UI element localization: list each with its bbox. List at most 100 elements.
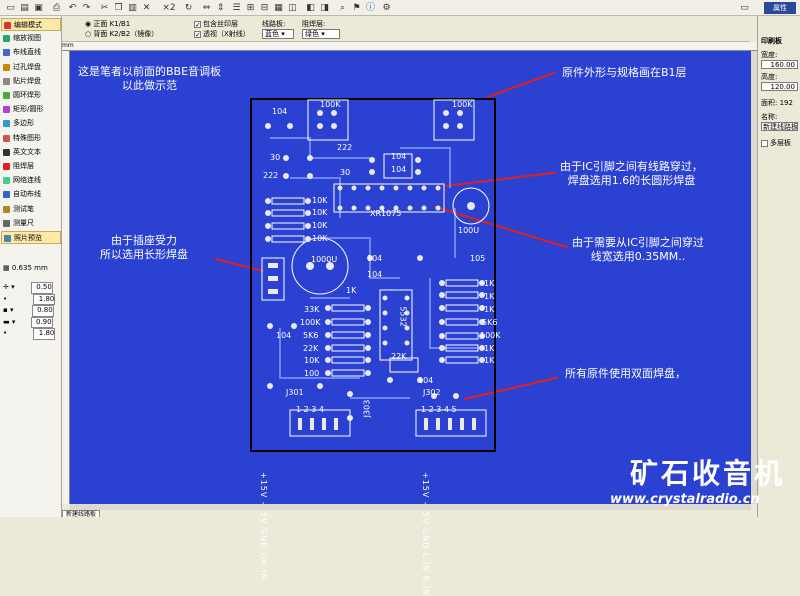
check-icon: ✓ — [194, 20, 201, 29]
width-label: 宽度: — [761, 51, 778, 59]
value-field[interactable]: 0.90 — [30, 316, 53, 328]
ungroup-icon[interactable]: ⊟ — [258, 2, 271, 14]
tool-icon — [3, 205, 10, 213]
pcb-label: 5532 — [398, 306, 408, 327]
tool-icon — [4, 22, 11, 29]
tool-1[interactable]: 缩放视图 — [1, 32, 61, 45]
tool-icon — [3, 120, 10, 128]
copy-icon[interactable]: ❐ — [112, 2, 125, 14]
tool-icon — [3, 177, 10, 185]
pcb-label: 104 — [391, 165, 407, 174]
area-label: 面积: — [761, 99, 778, 107]
print-icon[interactable]: ⎙ — [50, 2, 63, 14]
name-input[interactable]: 新建线路板 — [761, 122, 798, 131]
pcb-label: J303 — [362, 399, 372, 418]
vertical-ruler — [62, 51, 70, 504]
flip-v-icon[interactable]: ⇕ — [214, 2, 227, 14]
tool-10[interactable]: 阻焊层 — [1, 160, 61, 173]
tool-11[interactable]: 网络连线 — [1, 174, 61, 187]
annotation-line: 由于插座受力 — [111, 234, 177, 247]
pcb-label: 5K6 — [303, 331, 319, 340]
value-field[interactable]: 0.80 — [31, 305, 54, 317]
tool-icon — [3, 219, 10, 227]
value-row[interactable]: ✛ ▾ 0.50 — [3, 282, 55, 294]
tool-3[interactable]: 过孔焊盘 — [1, 61, 61, 74]
drc-icon[interactable]: ⚑ — [350, 2, 363, 14]
tool-13[interactable]: 测试笔 — [1, 203, 61, 216]
new-file-icon[interactable]: ▭ — [4, 2, 17, 14]
tool-6[interactable]: 矩形/圆形 — [1, 103, 61, 116]
pcb-label: 10K — [312, 196, 328, 205]
zoom-label[interactable]: ×2 — [160, 2, 178, 14]
window-restore-icon[interactable]: ▭ — [738, 2, 751, 14]
annotation-line: 由于IC引脚之间有线路穿过， — [560, 160, 703, 173]
trace-color-label: 线路板: — [262, 20, 286, 28]
include-silk-checkbox[interactable]: ✓ 包含丝印层 — [194, 19, 238, 29]
value-field[interactable]: 0.50 — [30, 282, 53, 294]
redo-icon[interactable]: ↷ — [80, 2, 93, 14]
tool-icon — [3, 35, 10, 43]
tool-5[interactable]: 圆环焊形 — [1, 89, 61, 102]
transparent-checkbox[interactable]: ✓ 透视（X射线） — [194, 29, 250, 39]
flip-h-icon[interactable]: ⇔ — [200, 2, 213, 14]
tool-4[interactable]: 贴片焊盘 — [1, 75, 61, 88]
info-icon[interactable]: ⓘ — [364, 2, 377, 14]
layer-icon[interactable]: ◫ — [286, 2, 299, 14]
tool-icon — [3, 163, 10, 170]
tool-8[interactable]: 特殊图形 — [1, 132, 61, 145]
pcb-label: 1 2 3 4 — [296, 405, 324, 414]
check-icon: ✓ — [194, 30, 201, 39]
tool-7[interactable]: 多边形 — [1, 117, 61, 130]
value-field[interactable]: 1.80 — [33, 293, 56, 305]
open-file-icon[interactable]: ▤ — [18, 2, 31, 14]
grid-size[interactable]: ▦ 0.635 mm — [3, 264, 59, 274]
cut-icon[interactable]: ✂ — [98, 2, 111, 14]
tool-15[interactable]: 照片预览 — [1, 231, 61, 244]
watermark-logo: 矿石收音机 — [630, 457, 786, 490]
vertical-scrollbar[interactable] — [751, 51, 757, 504]
settings-icon[interactable]: ⚙ — [380, 2, 393, 14]
trace-color-value: 蓝色 — [265, 30, 279, 38]
value-row[interactable]: ▬ ▾ 0.90 — [3, 316, 55, 328]
solder-color-select[interactable]: 绿色 ▾ — [302, 29, 340, 39]
tool-12[interactable]: 自动布线 — [1, 188, 61, 201]
tool-14[interactable]: 测量尺 — [1, 217, 61, 230]
grid-icon: ▦ — [3, 264, 10, 272]
width-input[interactable]: 160.00 — [761, 60, 798, 69]
rotate-icon[interactable]: ↻ — [182, 2, 195, 14]
search-icon[interactable]: ⌕ — [336, 2, 349, 14]
multilayer-checkbox[interactable]: 多层板 — [761, 138, 791, 148]
group-icon[interactable]: ⊞ — [244, 2, 257, 14]
horizontal-ruler: mm — [62, 42, 757, 51]
board-tab[interactable]: 新建线路板 — [62, 510, 101, 518]
back-icon[interactable]: ◨ — [318, 2, 331, 14]
value-row[interactable]: • 1.80 — [3, 328, 56, 340]
delete-icon[interactable]: ✕ — [140, 2, 153, 14]
pcb-label: J302 — [423, 388, 441, 397]
tool-icon — [3, 191, 10, 199]
pcb-label: XR1075 — [370, 209, 402, 218]
value-field[interactable]: 1.80 — [33, 328, 56, 340]
back-side-radio[interactable]: ○ 背面 K2/B2（镜像） — [85, 29, 158, 39]
tool-9[interactable]: 英文文本 — [1, 146, 61, 159]
save-icon[interactable]: ▣ — [32, 2, 45, 14]
value-row[interactable]: • 1.80 — [3, 293, 56, 305]
paste-icon[interactable]: ▥ — [126, 2, 139, 14]
annotation-ic-pins: 由于IC引脚之间有线路穿过， 焊盘选用1.6的长圆形焊盘 — [560, 160, 703, 188]
height-input[interactable]: 120.00 — [761, 82, 798, 91]
pcb-label: 100 — [304, 369, 320, 378]
front-side-radio[interactable]: ◉ 正面 K1/B1 — [85, 19, 130, 29]
value-row[interactable]: ▪ ▾ 0.80 — [3, 305, 55, 317]
tool-label: 照片预览 — [14, 234, 42, 242]
tool-label: 网络连线 — [13, 176, 41, 185]
front-side-label: 正面 K1/B1 — [93, 20, 131, 28]
front-icon[interactable]: ◧ — [304, 2, 317, 14]
grid-icon[interactable]: ▦ — [272, 2, 285, 14]
trace-color-select[interactable]: 蓝色 ▾ — [262, 29, 294, 39]
tool-icon — [4, 235, 11, 242]
align-icon[interactable]: ☰ — [230, 2, 243, 14]
tool-2[interactable]: 布线直线 — [1, 46, 61, 59]
undo-icon[interactable]: ↶ — [66, 2, 79, 14]
tool-label: 测量尺 — [13, 218, 34, 227]
tool-0[interactable]: 编辑模式 — [1, 18, 61, 31]
